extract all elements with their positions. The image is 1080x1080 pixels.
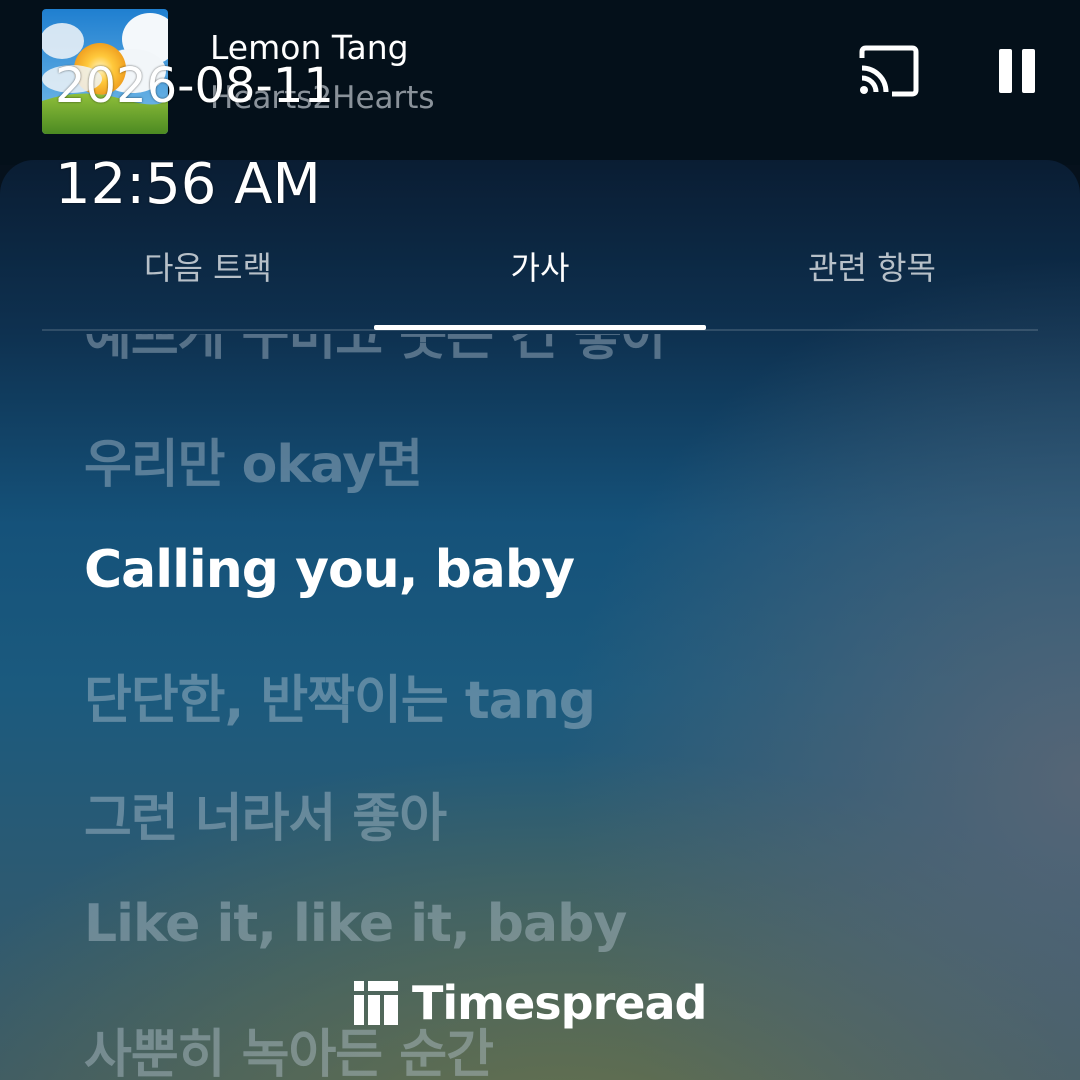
lyric-line[interactable]: 예쁘게 꾸미고 웃는 건 좋아 [84,334,669,369]
player-sheet: 다음 트랙 가사 관련 항목 예쁘게 꾸미고 웃는 건 좋아 우리만 okay면… [0,160,1080,1080]
date-stamp: 2026-08-11 [55,58,334,114]
time-stamp: 12:56 AM [55,152,321,217]
cast-icon [859,45,919,97]
pause-button[interactable] [992,46,1042,96]
pause-bar-right [1022,49,1035,93]
lyric-line[interactable]: 단단한, 반짝이는 tang [84,658,596,733]
watermark-text: Timespread [412,976,707,1030]
music-player-screen: Lemon Tang Hearts2Hearts 다음 트랙 가사 관련 항목 [0,0,1080,1080]
lyric-line[interactable]: 우리만 okay면 [84,422,423,497]
lyrics-panel[interactable]: 예쁘게 꾸미고 웃는 건 좋아 우리만 okay면 Calling you, b… [0,334,1080,1080]
tab-selected-indicator [374,325,706,330]
tab-bar: 다음 트랙 가사 관련 항목 [42,230,1038,331]
tab-up-next[interactable]: 다음 트랙 [42,230,374,330]
cast-button[interactable] [856,44,922,98]
lyric-line[interactable]: 그런 너라서 좋아 [84,776,447,851]
tab-related[interactable]: 관련 항목 [706,230,1038,330]
lyric-line[interactable]: Like it, like it, baby [84,894,627,954]
pause-bar-left [999,49,1012,93]
watermark: Timespread [354,976,707,1030]
lyric-line-current[interactable]: Calling you, baby [84,540,575,600]
tab-lyrics[interactable]: 가사 [374,230,706,330]
timespread-logo-icon [354,981,398,1025]
